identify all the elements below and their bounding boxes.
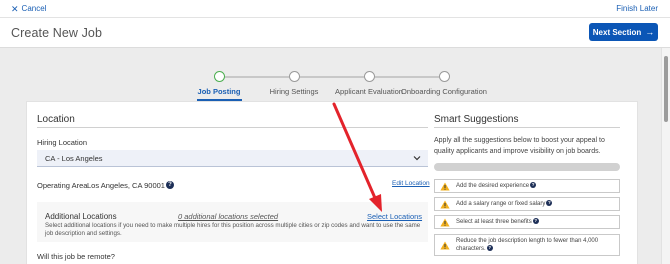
additional-locations-panel: Additional Locations 0 additional locati… <box>37 202 428 242</box>
additional-locations-description-line-2: job description and settings. <box>45 230 122 237</box>
suggestion-item[interactable]: Reduce the job description length to few… <box>434 234 620 256</box>
suggestion-text: Add a salary range or fixed salary? <box>456 200 553 207</box>
smart-suggestions-divider <box>434 127 620 128</box>
warning-icon <box>440 182 450 190</box>
info-icon[interactable]: ? <box>532 218 539 225</box>
step-connector <box>375 76 439 78</box>
info-icon[interactable]: ? <box>546 200 553 207</box>
warning-icon <box>440 200 450 208</box>
next-section-label: Next Section <box>592 27 642 37</box>
page-title: Create New Job <box>11 26 103 40</box>
step-label-applicant-evaluation[interactable]: Applicant Evaluation <box>335 87 403 96</box>
location-section-title: Location <box>37 114 75 125</box>
question-icon[interactable]: ? <box>166 181 174 189</box>
page-header: Create New Job Next Section → <box>0 18 670 48</box>
edit-location-link[interactable]: Edit Location <box>392 180 430 187</box>
chevron-down-icon <box>413 156 421 161</box>
suggestion-text: Select at least three benefits? <box>456 218 539 225</box>
hiring-location-label: Hiring Location <box>37 138 88 147</box>
step-connector <box>300 76 364 78</box>
smart-suggestions-intro: Apply all the suggestions below to boost… <box>434 137 605 155</box>
close-icon: ✕ <box>11 3 19 14</box>
arrow-right-icon: → <box>645 27 655 37</box>
section-divider <box>37 127 428 128</box>
cancel-label: Cancel <box>21 4 47 13</box>
info-icon[interactable]: ? <box>486 245 493 252</box>
additional-locations-title: Additional Locations <box>45 212 117 221</box>
finish-later-button[interactable]: Finish Later <box>616 4 658 13</box>
step-connector <box>225 76 289 78</box>
step-dot-onboarding-configuration[interactable] <box>439 71 450 82</box>
hiring-location-select[interactable]: CA - Los Angeles <box>37 150 428 167</box>
additional-locations-description-line-1: Select additional locations if you need … <box>45 222 421 229</box>
suggestions-progress-bar <box>434 163 620 171</box>
warning-icon <box>440 218 450 226</box>
operating-area-value: Los Angeles, CA 90001 <box>87 181 165 190</box>
smart-suggestions-title: Smart Suggestions <box>434 114 519 125</box>
remote-question: Will this job be remote? <box>37 252 115 261</box>
info-icon[interactable]: ? <box>530 182 537 189</box>
top-bar: ✕ Cancel Finish Later <box>0 0 670 18</box>
step-dot-applicant-evaluation[interactable] <box>364 71 375 82</box>
step-dot-job-posting[interactable] <box>214 71 225 82</box>
step-label-hiring-settings[interactable]: Hiring Settings <box>270 87 319 96</box>
hiring-location-value: CA - Los Angeles <box>45 154 103 163</box>
select-locations-link[interactable]: Select Locations <box>367 212 422 221</box>
cancel-button[interactable]: ✕ Cancel <box>11 4 46 13</box>
job-form-card: Location Hiring Location CA - Los Angele… <box>26 101 638 264</box>
additional-locations-count: 0 additional locations selected <box>178 212 279 221</box>
scrollbar-thumb[interactable] <box>664 56 668 122</box>
step-label-onboarding-configuration[interactable]: Onboarding Configuration <box>401 87 487 96</box>
suggestion-item[interactable]: Add a salary range or fixed salary? <box>434 197 620 211</box>
suggestion-item[interactable]: Select at least three benefits? <box>434 215 620 229</box>
step-label-job-posting[interactable]: Job Posting <box>198 87 241 96</box>
suggestion-item[interactable]: Add the desired experience? <box>434 179 620 193</box>
step-dot-hiring-settings[interactable] <box>289 71 300 82</box>
progress-stepper: Job Posting Hiring Settings Applicant Ev… <box>190 66 510 101</box>
next-section-button[interactable]: Next Section → <box>589 23 658 41</box>
suggestion-text: Reduce the job description length to few… <box>456 238 599 252</box>
warning-icon <box>440 241 450 249</box>
suggestion-text: Add the desired experience? <box>456 182 537 189</box>
operating-area-label: Operating Area <box>37 181 88 190</box>
